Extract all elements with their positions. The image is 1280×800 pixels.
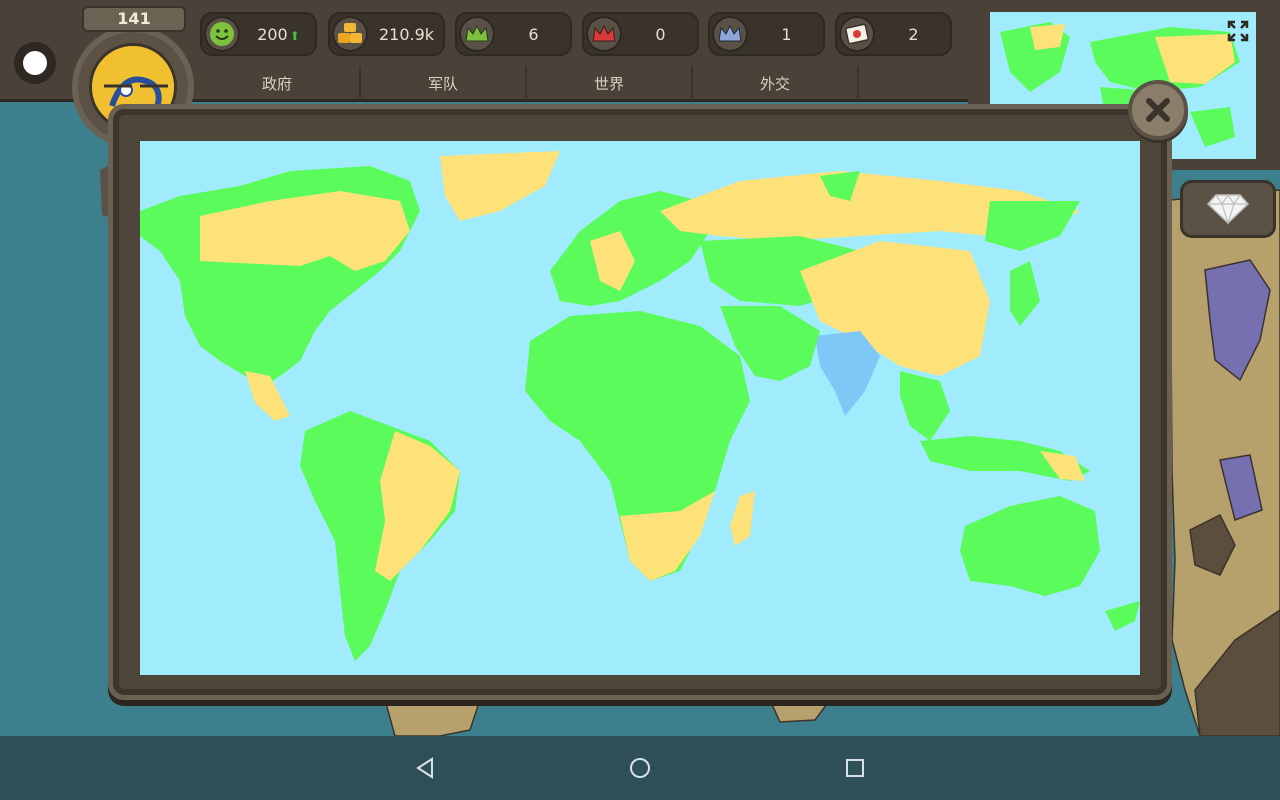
tab-government[interactable]: 政府: [195, 66, 361, 100]
blue-crown-stat[interactable]: 1: [708, 12, 825, 56]
premium-gems-button[interactable]: [1180, 180, 1276, 238]
green-crown-icon: [459, 16, 495, 52]
level-badge: 141: [82, 6, 186, 32]
diamond-icon: [1206, 193, 1250, 225]
trend-up-icon: ⬆: [289, 28, 300, 43]
happiness-stat[interactable]: 200 ⬆: [200, 12, 317, 56]
nav-home-button[interactable]: [610, 748, 670, 788]
diplomacy-stat[interactable]: 2: [835, 12, 952, 56]
tab-army[interactable]: 军队: [361, 66, 527, 100]
nav-recents-button[interactable]: [825, 748, 885, 788]
nav-home-icon: [630, 758, 650, 778]
nav-back-icon: [416, 757, 433, 779]
red-crown-stat[interactable]: 0: [582, 12, 699, 56]
main-menu-tabs: 政府 军队 世界 外交: [195, 66, 970, 100]
green-crown-stat[interactable]: 6: [455, 12, 572, 56]
fullscreen-expand-icon[interactable]: [1227, 20, 1249, 42]
nav-recents-icon: [846, 759, 864, 777]
gold-coins-icon: [332, 16, 368, 52]
red-crown-value: 0: [655, 24, 666, 44]
red-crown-icon: [586, 16, 622, 52]
close-button[interactable]: [1128, 80, 1188, 140]
menu-toggle-button[interactable]: [14, 42, 56, 84]
world-map[interactable]: [140, 141, 1140, 675]
tab-world[interactable]: 世界: [527, 66, 693, 100]
diplomacy-value: 2: [908, 24, 919, 44]
nav-back-button[interactable]: [395, 748, 455, 788]
blue-crown-icon: [712, 16, 748, 52]
gold-value: 210.9k: [378, 24, 435, 44]
close-x-icon: [1146, 98, 1170, 122]
system-navigation-bar: [0, 736, 1280, 800]
happiness-value: 200: [257, 24, 288, 44]
green-crown-value: 6: [528, 24, 539, 44]
flag-scroll-icon: [839, 16, 875, 52]
gold-stat[interactable]: 210.9k: [328, 12, 445, 56]
blue-crown-value: 1: [781, 24, 792, 44]
smiley-face-icon: [204, 16, 240, 52]
tab-diplomacy[interactable]: 外交: [693, 66, 859, 100]
